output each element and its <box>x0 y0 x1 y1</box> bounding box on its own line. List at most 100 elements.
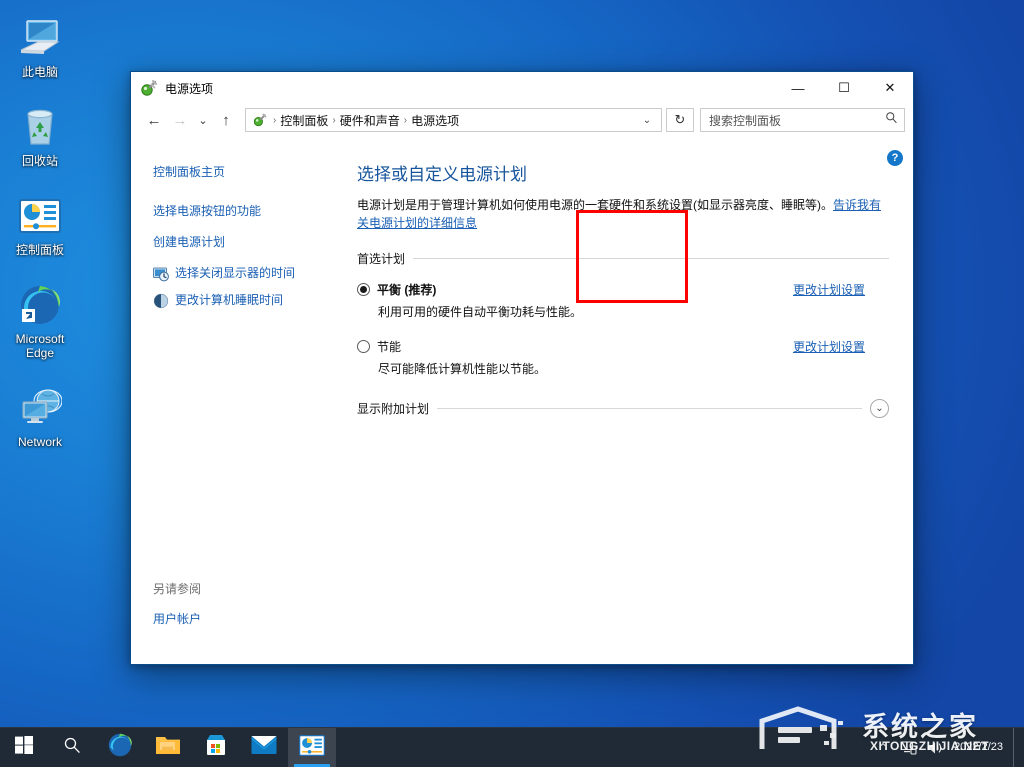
taskbar-clock[interactable]: 2022/2/23 <box>948 728 1013 767</box>
page-description-text: 电源计划是用于管理计算机如何使用电源的一套硬件和系统设置(如显示器亮度、睡眠等)… <box>357 198 833 212</box>
desktop-icon-label: 此电脑 <box>21 65 58 79</box>
search-icon <box>63 736 81 759</box>
recent-locations-button[interactable]: ⌄ <box>193 107 213 133</box>
plan-radio-power-saver[interactable]: 节能 <box>357 338 793 355</box>
sleep-icon <box>153 293 169 309</box>
sidebar-item-user-accounts[interactable]: 用户帐户 <box>153 611 333 627</box>
forward-button[interactable]: → <box>167 107 193 133</box>
desktop-icon-label: Microsoft Edge <box>15 332 65 360</box>
plan-description: 尽可能降低计算机性能以节能。 <box>378 362 547 376</box>
clock-time: 2022/2/23 <box>954 741 1003 753</box>
back-button[interactable]: ← <box>141 107 167 133</box>
plan-radio-balanced[interactable]: 平衡 (推荐) <box>357 281 793 298</box>
close-button[interactable]: ✕ <box>867 72 913 104</box>
recycle-bin-icon <box>2 103 78 151</box>
taskbar-search-button[interactable] <box>48 728 96 767</box>
sidebar-item-label: 更改计算机睡眠时间 <box>175 293 284 307</box>
breadcrumb-dropdown-icon[interactable]: ⌄ <box>637 115 657 126</box>
desktop: 此电脑 回收站 控制面板 Microsoft Edge Network 电源选项… <box>0 0 1024 767</box>
mail-icon <box>251 735 277 760</box>
sidebar-item-label: 选择关闭显示器的时间 <box>175 266 296 280</box>
power-options-icon <box>139 78 159 98</box>
network-icon[interactable] <box>896 728 922 767</box>
windows-logo-icon <box>15 736 33 759</box>
taskbar-control-panel-button[interactable] <box>288 728 336 767</box>
desktop-icon-label: 控制面板 <box>15 243 64 257</box>
desktop-icon-label: 回收站 <box>21 154 58 168</box>
breadcrumb-item-control-panel[interactable]: 控制面板 <box>277 112 331 129</box>
taskbar-mail-button[interactable] <box>240 728 288 767</box>
address-bar: ← → ⌄ ↑ › 控制面板 › 硬件和声音 › 电源选项 ⌄ ↻ 搜索控制面板 <box>131 104 913 142</box>
search-placeholder: 搜索控制面板 <box>709 113 782 128</box>
window-controls: — ☐ ✕ <box>775 72 913 104</box>
window-title: 电源选项 <box>165 81 214 96</box>
network-icon <box>2 384 78 432</box>
divider <box>413 258 889 259</box>
see-also-section: 另请参阅 用户帐户 <box>153 580 333 642</box>
radio-button[interactable] <box>357 340 370 353</box>
desktop-icon-recycle-bin[interactable]: 回收站 <box>0 97 80 172</box>
control-panel-icon <box>2 192 78 240</box>
help-icon[interactable]: ? <box>887 150 903 166</box>
edge-icon <box>107 732 133 763</box>
breadcrumb-item-hardware-and-sound[interactable]: 硬件和声音 <box>337 112 403 129</box>
taskbar-edge-button[interactable] <box>96 728 144 767</box>
system-tray: ⌃ 2022/2/23 <box>870 727 1024 767</box>
desktop-icon-label: Network <box>17 435 62 449</box>
sidebar: 控制面板主页 选择电源按钮的功能 创建电源计划 选择关闭显示器的时间 更改计算机… <box>131 142 341 664</box>
desktop-icon-list: 此电脑 回收站 控制面板 Microsoft Edge Network <box>0 8 80 467</box>
sidebar-item-create-power-plan[interactable]: 创建电源计划 <box>153 234 331 250</box>
preferred-plans-label: 首选计划 <box>357 252 406 266</box>
show-additional-plans-row[interactable]: 显示附加计划 ⌄ <box>357 399 889 418</box>
preferred-plans-group: 首选计划 平衡 (推荐) 利用可用的硬件自动平衡功耗与性能。 更改计划设置 节能… <box>357 250 889 377</box>
plan-name: 平衡 (推荐) <box>377 283 437 297</box>
preferred-plans-header: 首选计划 <box>357 250 889 267</box>
plan-info: 平衡 (推荐) 利用可用的硬件自动平衡功耗与性能。 <box>357 281 793 320</box>
plan-name: 节能 <box>377 340 402 354</box>
page-description: 电源计划是用于管理计算机如何使用电源的一套硬件和系统设置(如显示器亮度、睡眠等)… <box>357 196 889 232</box>
clock-display-icon <box>153 266 169 282</box>
plan-info: 节能 尽可能降低计算机性能以节能。 <box>357 338 793 377</box>
plan-row-power-saver: 节能 尽可能降低计算机性能以节能。 更改计划设置 <box>357 338 889 377</box>
taskbar-file-explorer-button[interactable] <box>144 728 192 767</box>
window-body: 控制面板主页 选择电源按钮的功能 创建电源计划 选择关闭显示器的时间 更改计算机… <box>131 142 913 664</box>
desktop-icon-control-panel[interactable]: 控制面板 <box>0 186 80 261</box>
breadcrumb-item-power-options[interactable]: 电源选项 <box>408 112 462 129</box>
sidebar-item-choose-display-off-time[interactable]: 选择关闭显示器的时间 <box>153 265 331 282</box>
main-content: ? 选择或自定义电源计划 电源计划是用于管理计算机如何使用电源的一套硬件和系统设… <box>341 142 913 664</box>
see-also-header: 另请参阅 <box>153 582 202 596</box>
taskbar-start-button[interactable] <box>0 728 48 767</box>
computer-icon <box>2 14 78 62</box>
up-button[interactable]: ↑ <box>213 107 239 133</box>
maximize-button[interactable]: ☐ <box>821 72 867 104</box>
search-icon <box>885 111 898 129</box>
volume-icon[interactable] <box>922 728 948 767</box>
show-additional-plans-label: 显示附加计划 <box>357 402 430 416</box>
desktop-icon-network[interactable]: Network <box>0 378 80 453</box>
minimize-button[interactable]: — <box>775 72 821 104</box>
desktop-icon-microsoft-edge[interactable]: Microsoft Edge <box>0 275 80 364</box>
show-hidden-icons-button[interactable]: ⌃ <box>870 728 896 767</box>
power-options-window: 电源选项 — ☐ ✕ ← → ⌄ ↑ › 控制面板 › 硬件和声音 › 电源选项… <box>130 71 914 665</box>
breadcrumb[interactable]: › 控制面板 › 硬件和声音 › 电源选项 ⌄ <box>245 108 662 132</box>
sidebar-item-change-sleep-time[interactable]: 更改计算机睡眠时间 <box>153 292 331 309</box>
taskbar-store-button[interactable] <box>192 728 240 767</box>
folder-icon <box>155 733 181 762</box>
plan-description: 利用可用的硬件自动平衡功耗与性能。 <box>378 305 583 319</box>
taskbar: ⌃ 2022/2/23 <box>0 727 1024 767</box>
radio-button[interactable] <box>357 283 370 296</box>
show-desktop-button[interactable] <box>1013 727 1020 767</box>
desktop-icon-this-pc[interactable]: 此电脑 <box>0 8 80 83</box>
control-panel-icon <box>299 734 325 761</box>
breadcrumb-power-icon <box>252 112 268 128</box>
search-input[interactable]: 搜索控制面板 <box>700 108 905 132</box>
chevron-down-icon[interactable]: ⌄ <box>870 399 889 418</box>
refresh-button[interactable]: ↻ <box>666 108 694 132</box>
divider <box>437 408 862 409</box>
sidebar-item-control-panel-home[interactable]: 控制面板主页 <box>153 164 331 180</box>
change-plan-settings-link-balanced[interactable]: 更改计划设置 <box>793 281 889 298</box>
store-icon <box>204 733 228 762</box>
window-titlebar[interactable]: 电源选项 — ☐ ✕ <box>131 72 913 104</box>
change-plan-settings-link-power-saver[interactable]: 更改计划设置 <box>793 338 889 355</box>
sidebar-item-power-button-action[interactable]: 选择电源按钮的功能 <box>153 203 331 219</box>
